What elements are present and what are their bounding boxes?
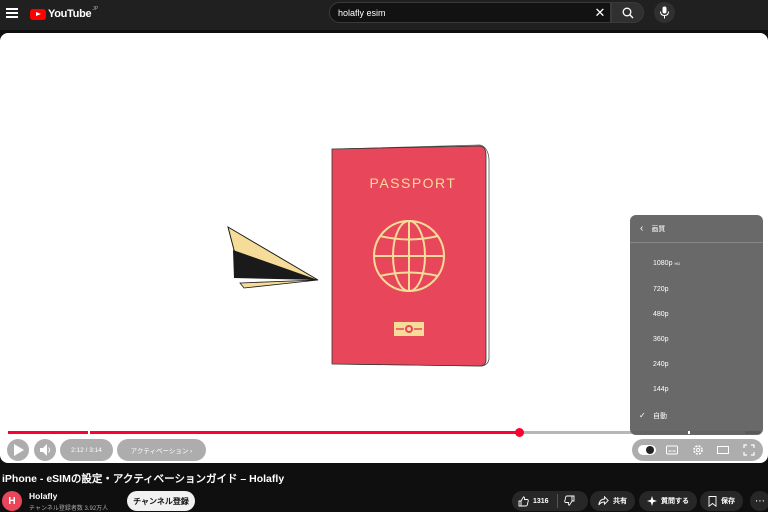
play-icon [14,444,24,456]
volume-button[interactable] [34,439,56,461]
quality-option-240p[interactable]: 240p [630,352,763,377]
quality-option-720p[interactable]: 720p [630,277,763,302]
voice-search-button[interactable] [654,2,675,23]
play-button[interactable] [7,439,29,461]
chapter-marker [88,431,90,434]
search-box: ✕ [329,2,611,23]
save-button[interactable]: 保存 [700,491,743,511]
country-code: JP [92,6,99,12]
theater-icon[interactable] [717,444,729,456]
quality-option-auto[interactable]: ✓ 自動 [630,403,763,428]
bookmark-icon [708,495,717,507]
quality-option-1080p[interactable]: 1080p HD [630,251,763,276]
search-button[interactable] [611,2,644,23]
like-dislike-group: 1316 [512,491,588,511]
back-icon[interactable]: ‹ [640,223,643,234]
avatar[interactable]: H [2,491,22,511]
sparkle-icon [647,496,657,506]
channel-name[interactable]: Holafly [29,491,57,501]
menu-icon[interactable] [6,8,18,18]
video-title: iPhone - eSIMの設定・アクティベーションガイド – Holafly [2,473,285,485]
quality-option-144p[interactable]: 144p [630,377,763,402]
quality-option-480p[interactable]: 480p [630,302,763,327]
clear-icon[interactable]: ✕ [594,6,606,20]
like-button[interactable]: 1316 [518,495,549,507]
chapter-marker [688,431,690,434]
top-bar: YouTube JP ✕ [0,0,768,30]
subscribe-button[interactable]: チャンネル登録 [127,491,195,511]
logo-wordmark: YouTube [48,8,92,20]
more-actions-button[interactable]: ⋯ [750,491,768,511]
mic-icon [660,6,669,19]
hd-badge: HD [674,261,681,266]
paper-plane-illustration [227,225,319,289]
chapter-button[interactable]: アクティベーション › [117,439,206,461]
progress-bar[interactable] [8,428,760,437]
youtube-play-icon [30,8,46,20]
video-player[interactable]: PASSPORT ‹ 画質 1080p HD 720p 480p 360p 24… [0,33,768,463]
share-icon [598,496,609,506]
quality-option-360p[interactable]: 360p [630,327,763,352]
ask-button[interactable]: 質問する [639,491,697,511]
volume-icon [40,444,50,456]
like-divider [557,494,558,508]
like-count: 1316 [533,497,549,505]
thumbs-down-icon [564,495,575,506]
subtitles-icon[interactable] [666,444,678,456]
autoplay-toggle[interactable] [638,445,656,455]
share-button[interactable]: 共有 [590,491,635,511]
dislike-button[interactable] [564,495,579,508]
passport-label: PASSPORT [370,175,457,191]
more-icon: ⋯ [755,495,765,507]
time-display: 2:12 / 3:14 [60,439,113,461]
right-controls [632,439,763,461]
ask-label: 質問する [661,498,689,505]
passport-illustration: PASSPORT [331,144,490,367]
settings-icon[interactable] [692,444,704,456]
quality-menu: ‹ 画質 1080p HD 720p 480p 360p 240p 144p ✓ … [630,215,763,435]
quality-menu-title: 画質 [651,225,666,233]
share-label: 共有 [613,498,627,505]
save-label: 保存 [721,498,735,505]
thumbs-up-icon [518,495,529,506]
subscriber-count: チャンネル登録者数 3.92万人 [29,506,109,512]
search-input[interactable] [338,6,588,20]
search-icon [622,7,634,19]
fullscreen-icon[interactable] [743,444,755,456]
quality-menu-header[interactable]: ‹ 画質 [630,215,763,243]
youtube-logo[interactable]: YouTube JP [30,6,98,22]
check-icon: ✓ [639,411,646,420]
progress-played [8,431,520,434]
avatar-letter: H [8,495,16,507]
